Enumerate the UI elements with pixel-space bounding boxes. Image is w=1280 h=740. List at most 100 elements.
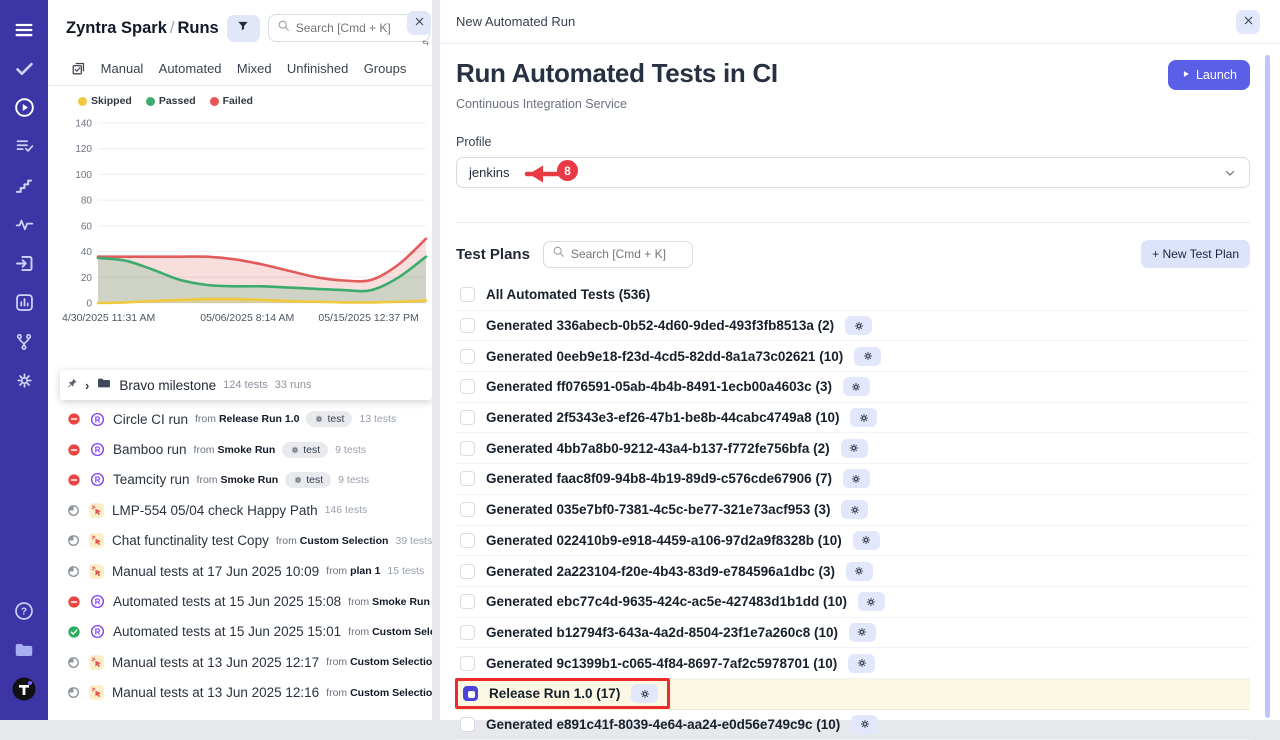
branches-icon[interactable] [0,322,48,361]
scrollbar-thumb[interactable] [1265,55,1270,718]
run-row[interactable]: RTeamcity runfrom Smoke Runtest9 tests [48,465,432,495]
run-row[interactable]: Manual tests at 17 Jun 2025 10:09from pl… [48,556,432,586]
tab-groups[interactable]: Groups [362,57,409,80]
drawer-close-button[interactable] [1236,10,1260,34]
plan-checkbox[interactable] [460,625,475,640]
logo-icon[interactable] [0,669,48,708]
run-title[interactable]: Manual tests at 17 Jun 2025 10:09 [112,564,319,579]
plan-settings-button[interactable] [841,439,868,458]
profile-select[interactable]: jenkins 8 [456,157,1250,188]
plan-checkbox[interactable] [460,533,475,548]
run-source[interactable]: Smoke Run [372,596,430,608]
plan-label[interactable]: Generated 336abecb-0b52-4d60-9ded-493f3f… [486,318,834,333]
reports-icon[interactable] [0,283,48,322]
test-plan-row[interactable]: Generated 336abecb-0b52-4d60-9ded-493f3f… [456,311,1250,342]
run-title[interactable]: LMP-554 05/04 check Happy Path [112,503,318,518]
filter-button[interactable] [227,15,260,42]
test-plan-row[interactable]: Generated e891c41f-8039-4e64-aa24-e0d56e… [456,710,1250,740]
plan-settings-button[interactable] [841,500,868,519]
test-plan-row[interactable]: Generated 4bb7a8b0-9212-43a4-b137-f772fe… [456,433,1250,464]
run-title[interactable]: Manual tests at 13 Jun 2025 12:16 [112,685,319,700]
plan-settings-button[interactable] [631,684,658,703]
plan-settings-button[interactable] [849,623,876,642]
test-plans-icon[interactable] [0,127,48,166]
plan-label[interactable]: Generated 022410b9-e918-4459-a106-97d2a9… [486,533,842,548]
test-plan-row[interactable]: Generated faac8f09-94b8-4b19-89d9-c576cd… [456,464,1250,495]
breadcrumb[interactable]: Zyntra Spark/Runs [66,19,219,38]
run-title[interactable]: Bamboo run [113,442,187,457]
run-title[interactable]: Manual tests at 13 Jun 2025 12:17 [112,655,319,670]
test-plan-row[interactable]: Generated 9c1399b1-c065-4f84-8697-7af2c5… [456,648,1250,679]
plan-label[interactable]: Generated ebc77c4d-9635-424c-ac5e-427483… [486,594,847,609]
plan-checkbox[interactable] [460,717,475,732]
analytics-pulse-icon[interactable] [0,205,48,244]
plan-label[interactable]: Generated e891c41f-8039-4e64-aa24-e0d56e… [486,717,840,732]
plan-label[interactable]: Generated b12794f3-643a-4a2d-8504-23f1e7… [486,625,838,640]
plan-checkbox[interactable] [460,471,475,486]
plan-label[interactable]: Generated 2f5343e3-ef26-47b1-be8b-44cabc… [486,410,839,425]
plan-checkbox[interactable] [460,502,475,517]
test-plan-row[interactable]: Generated 2a223104-f20e-4b43-83d9-e78459… [456,556,1250,587]
run-title[interactable]: Automated tests at 15 Jun 2025 15:01 [113,624,341,639]
run-row[interactable]: Manual tests at 13 Jun 2025 12:16from Cu… [48,678,432,708]
tab-automated[interactable]: Automated [157,57,224,80]
test-plan-row[interactable]: Generated 035e7bf0-7381-4c5c-be77-321e73… [456,495,1250,526]
plan-label[interactable]: Release Run 1.0 (17) [489,686,620,701]
plan-checkbox[interactable] [460,379,475,394]
plan-label[interactable]: Generated ff076591-05ab-4b4b-8491-1ecb00… [486,379,832,394]
plan-label[interactable]: All Automated Tests (536) [486,287,650,302]
run-row[interactable]: RAutomated tests at 15 Jun 2025 15:08fro… [48,586,432,616]
run-source[interactable]: Custom Selection [350,656,432,668]
run-source[interactable]: Custom Selection [300,535,389,547]
menu-icon[interactable] [0,10,48,49]
plan-label[interactable]: Generated faac8f09-94b8-4b19-89d9-c576cd… [486,471,832,486]
plan-label[interactable]: Generated 2a223104-f20e-4b43-83d9-e78459… [486,564,835,579]
plan-label[interactable]: Generated 4bb7a8b0-9212-43a4-b137-f772fe… [486,441,830,456]
settings-gear-icon[interactable] [0,361,48,400]
run-row[interactable]: RCircle CI runfrom Release Run 1.0test13… [48,404,432,434]
run-source[interactable]: Smoke Run [217,444,275,456]
plan-settings-button[interactable] [858,592,885,611]
plan-checkbox[interactable] [463,686,478,701]
new-test-plan-button[interactable]: + New Test Plan [1141,240,1250,268]
plan-checkbox[interactable] [460,564,475,579]
plan-settings-button[interactable] [845,316,872,335]
plan-checkbox[interactable] [460,349,475,364]
run-row[interactable]: LMP-554 05/04 check Happy Path146 tests [48,495,432,525]
plans-search-input[interactable] [571,247,684,261]
run-source[interactable]: Custom Selection [372,626,432,638]
plan-checkbox[interactable] [460,410,475,425]
plan-settings-button[interactable] [854,347,881,366]
plan-settings-button[interactable] [843,377,870,396]
plan-settings-button[interactable] [850,408,877,427]
test-plan-row[interactable]: Generated b12794f3-643a-4a2d-8504-23f1e7… [456,618,1250,649]
run-row[interactable]: Chat functinality test Copyfrom Custom S… [48,526,432,556]
plan-label[interactable]: Generated 0eeb9e18-f23d-4cd5-82dd-8a1a73… [486,349,843,364]
plan-settings-button[interactable] [851,715,878,734]
plan-label[interactable]: Generated 9c1399b1-c065-4f84-8697-7af2c5… [486,656,837,671]
test-plan-row[interactable]: Generated ebc77c4d-9635-424c-ac5e-427483… [456,587,1250,618]
select-runs-icon[interactable] [70,60,87,77]
plan-settings-button[interactable] [853,531,880,550]
run-source[interactable]: Smoke Run [220,474,278,486]
run-title[interactable]: Circle CI run [113,412,188,427]
plan-checkbox[interactable] [460,594,475,609]
test-plan-row[interactable]: Generated 022410b9-e918-4459-a106-97d2a9… [456,526,1250,557]
tab-manual[interactable]: Manual [99,57,146,80]
plan-checkbox[interactable] [460,287,475,302]
test-plan-row[interactable]: Generated 2f5343e3-ef26-47b1-be8b-44cabc… [456,403,1250,434]
plan-checkbox[interactable] [460,656,475,671]
plan-settings-button[interactable] [846,562,873,581]
run-source[interactable]: Release Run 1.0 [219,413,300,425]
plan-settings-button[interactable] [843,469,870,488]
run-row[interactable]: RBamboo runfrom Smoke Runtest9 tests [48,434,432,464]
projects-folder-icon[interactable] [0,630,48,669]
run-source[interactable]: Custom Selection [350,687,432,699]
plan-checkbox[interactable] [460,441,475,456]
runs-play-icon[interactable] [0,88,48,127]
run-source[interactable]: plan 1 [350,565,380,577]
import-icon[interactable] [0,244,48,283]
help-icon[interactable]: ? [0,591,48,630]
test-plan-row[interactable]: Generated ff076591-05ab-4b4b-8491-1ecb00… [456,372,1250,403]
plan-settings-button[interactable] [848,654,875,673]
